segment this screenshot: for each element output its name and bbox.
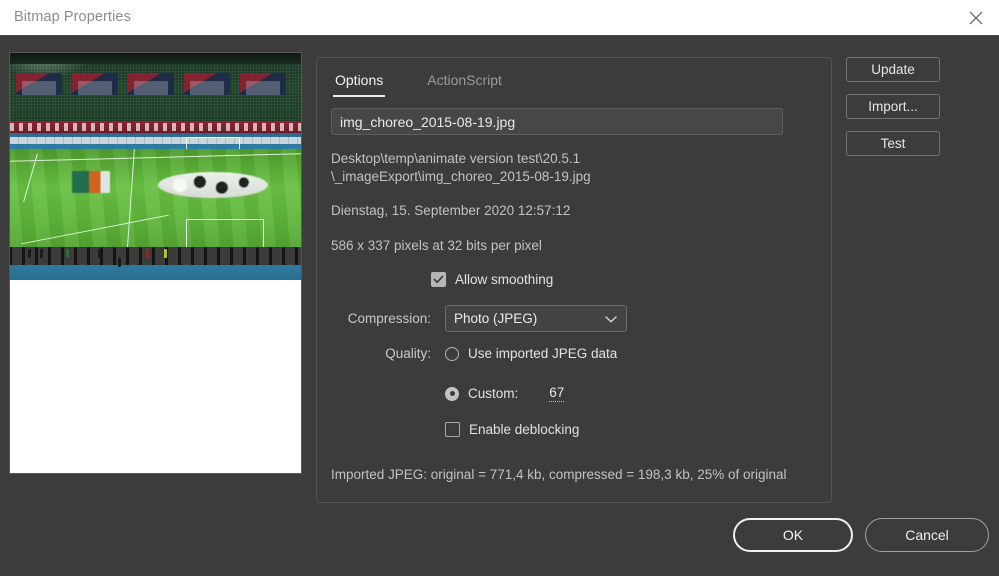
bitmap-preview-image bbox=[10, 53, 301, 280]
quality-custom-value[interactable]: 67 bbox=[549, 385, 565, 402]
bitmap-preview-panel[interactable] bbox=[9, 52, 302, 474]
titlebar: Bitmap Properties bbox=[0, 0, 999, 36]
checkbox-checked-icon bbox=[431, 272, 446, 287]
check-icon bbox=[433, 275, 444, 284]
tab-bar: Options ActionScript bbox=[333, 68, 504, 97]
cancel-button[interactable]: Cancel bbox=[865, 518, 989, 552]
radio-off-icon bbox=[445, 346, 459, 361]
update-button[interactable]: Update bbox=[846, 57, 940, 82]
quality-row: Quality: Use imported JPEG data bbox=[331, 346, 617, 361]
compression-row: Compression: Photo (JPEG) bbox=[331, 305, 627, 332]
import-button[interactable]: Import... bbox=[846, 94, 940, 119]
file-dimensions-text: 586 x 337 pixels at 32 bits per pixel bbox=[331, 238, 542, 253]
quality-use-imported-radio[interactable]: Use imported JPEG data bbox=[445, 346, 617, 361]
close-icon[interactable] bbox=[953, 0, 999, 35]
close-icon-glyph bbox=[969, 11, 983, 24]
imported-jpeg-info-text: Imported JPEG: original = 771,4 kb, comp… bbox=[331, 467, 787, 482]
compression-select[interactable]: Photo (JPEG) bbox=[445, 305, 627, 332]
tab-options[interactable]: Options bbox=[333, 68, 386, 97]
quality-label: Quality: bbox=[385, 346, 431, 361]
compression-label: Compression: bbox=[347, 311, 431, 326]
tab-actionscript[interactable]: ActionScript bbox=[425, 68, 504, 97]
quality-custom-label: Custom: bbox=[468, 386, 519, 401]
quality-use-imported-label: Use imported JPEG data bbox=[468, 346, 618, 361]
ok-button[interactable]: OK bbox=[733, 518, 853, 552]
enable-deblocking-label: Enable deblocking bbox=[469, 422, 580, 437]
options-panel: Options ActionScript Desktop\temp\animat… bbox=[316, 57, 832, 503]
quality-custom-radio[interactable]: Custom: 67 bbox=[445, 385, 565, 402]
checkbox-unchecked-icon bbox=[445, 422, 460, 437]
bitmap-properties-dialog: Bitmap Properties Options ActionScript i… bbox=[0, 0, 999, 576]
test-button[interactable]: Test bbox=[846, 131, 940, 156]
allow-smoothing-label: Allow smoothing bbox=[455, 272, 554, 287]
chevron-down-glyph bbox=[605, 315, 617, 322]
enable-deblocking-checkbox[interactable]: Enable deblocking bbox=[445, 422, 579, 437]
allow-smoothing-checkbox[interactable]: Allow smoothing bbox=[431, 272, 553, 287]
filename-input[interactable] bbox=[331, 108, 783, 135]
compression-value: Photo (JPEG) bbox=[454, 311, 538, 326]
file-date-text: Dienstag, 15. September 2020 12:57:12 bbox=[331, 203, 571, 218]
window-title: Bitmap Properties bbox=[14, 9, 131, 25]
side-button-group: Update Import... Test bbox=[846, 57, 940, 156]
radio-on-icon bbox=[445, 386, 459, 401]
file-path-text: Desktop\temp\animate version test\20.5.1… bbox=[331, 151, 591, 184]
chevron-down-icon bbox=[605, 311, 617, 326]
